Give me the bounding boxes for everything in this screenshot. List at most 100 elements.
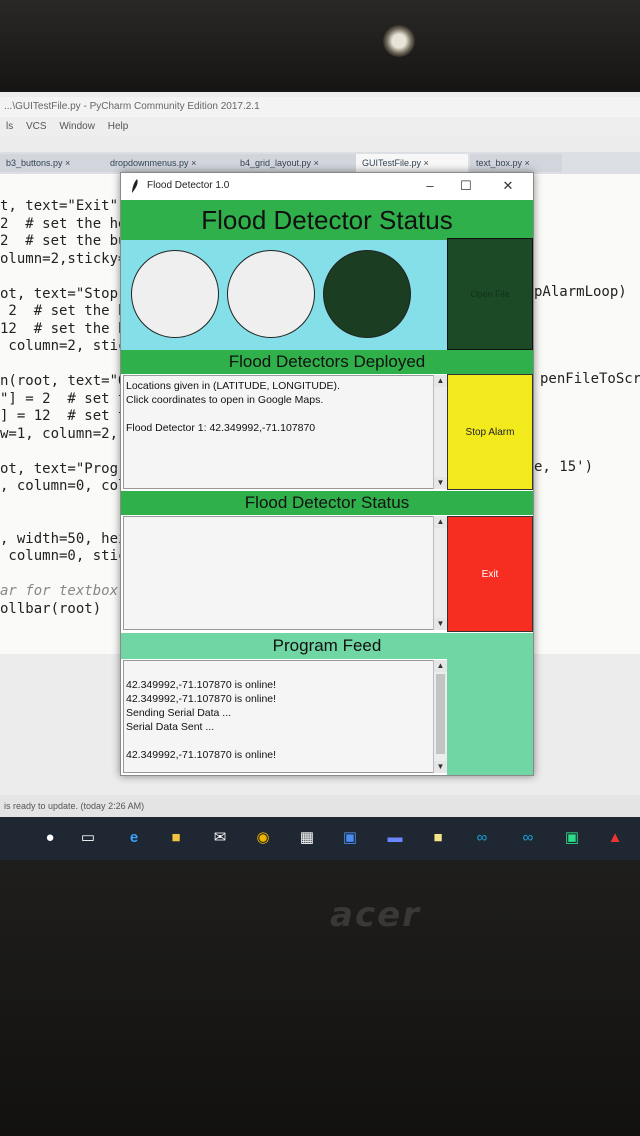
text-line: 42.349992,-71.107870 is online!	[126, 679, 277, 691]
code-line: 2 # set the he	[0, 215, 127, 232]
text-line: Locations given in (LATITUDE, LONGITUDE)…	[126, 380, 340, 392]
detector-indicator-panel	[121, 240, 447, 350]
section-header-status: Flood Detector Status	[121, 491, 533, 515]
detector-indicator-3	[323, 250, 411, 338]
file-explorer-icon[interactable]: ■	[166, 828, 186, 848]
pycharm-icon[interactable]: ▣	[562, 828, 582, 848]
code-line-right: e, 15')	[534, 459, 594, 475]
word-icon[interactable]: ▣	[340, 828, 360, 848]
tab-text-box[interactable]: text_box.py ×	[470, 154, 562, 172]
window-title-bar[interactable]: Flood Detector 1.0 – ☐ ✕	[121, 173, 533, 200]
code-left-column: t, text="Exit", 2 # set the he 2 # set the…	[0, 198, 126, 618]
tab-dropdownmenus[interactable]: dropdownmenus.py ×	[104, 154, 234, 172]
close-button[interactable]: ✕	[497, 177, 519, 195]
deployed-lines: Locations given in (LATITUDE, LONGITUDE)…	[126, 379, 431, 435]
arduino-icon[interactable]: ∞	[472, 828, 492, 848]
menu-item[interactable]: ls	[6, 121, 13, 132]
deployed-scrollbar[interactable]: ▲ ▼	[433, 375, 447, 489]
code-line: , width=50, hei	[0, 530, 127, 547]
scroll-down-arrow-icon[interactable]: ▼	[434, 477, 447, 489]
editor-tab-bar: b3_buttons.py × dropdownmenus.py × b4_gr…	[0, 152, 640, 174]
code-line-right: pAlarmLoop)	[534, 284, 627, 300]
menu-item-window[interactable]: Window	[59, 121, 95, 132]
code-line: 2 # set the h	[0, 303, 127, 319]
code-line: ot, text="Progr	[0, 460, 127, 477]
section-header-feed: Program Feed	[121, 633, 533, 659]
menu-item-vcs[interactable]: VCS	[26, 121, 47, 132]
edge-browser-icon[interactable]: e	[124, 828, 144, 848]
minimize-button[interactable]: –	[419, 177, 441, 195]
status-scrollbar[interactable]: ▲ ▼	[433, 516, 447, 630]
tab-b4-grid-layout[interactable]: b4_grid_layout.py ×	[234, 154, 358, 172]
main-header: Flood Detector Status	[121, 200, 533, 240]
calendar-icon[interactable]: ▦	[297, 828, 317, 848]
deployed-textbox[interactable]: Locations given in (LATITUDE, LONGITUDE)…	[123, 375, 434, 489]
text-line: 42.349992,-71.107870 is online!	[126, 749, 277, 761]
detector-indicator-1	[131, 250, 219, 338]
text-line	[126, 407, 431, 421]
ide-status-bar: is ready to update. (today 2:26 AM)	[0, 795, 640, 817]
remote-desktop-icon[interactable]: ▬	[385, 828, 405, 848]
code-line: w=1, column=2,	[0, 425, 119, 442]
laptop-top-bezel	[0, 0, 640, 92]
feather-icon	[132, 179, 138, 193]
feed-side-panel	[447, 659, 533, 775]
code-line: column=0, stic	[0, 548, 127, 564]
task-view-icon[interactable]: ▭	[78, 828, 98, 848]
text-line: 42.349992,-71.107870 is online!	[126, 693, 277, 705]
mail-icon[interactable]: ✉	[210, 828, 230, 848]
scroll-down-arrow-icon[interactable]: ▼	[434, 618, 447, 630]
code-line: , column=0, col	[0, 478, 127, 494]
webcam-icon	[383, 25, 415, 57]
feed-scrollbar[interactable]: ▲ ▼	[433, 660, 447, 773]
text-line	[126, 734, 431, 748]
program-feed-textbox[interactable]: 42.349992,-71.107870 is online! 42.349992…	[123, 660, 434, 773]
feed-scroll-thumb[interactable]	[436, 674, 445, 754]
sticky-notes-icon[interactable]: ■	[428, 828, 448, 848]
arduino-icon-2[interactable]: ∞	[518, 828, 538, 848]
menu-item-help[interactable]: Help	[108, 121, 129, 132]
scroll-down-arrow-icon[interactable]: ▼	[434, 761, 447, 773]
code-line: 2 # set the bu	[0, 233, 127, 249]
code-line: ot, text="Stop	[0, 285, 119, 302]
text-line: Sending Serial Data ...	[126, 707, 232, 719]
code-line: 12 # set the b	[0, 320, 127, 337]
tab-guitestfile[interactable]: GUITestFile.py ×	[356, 154, 468, 172]
detector-indicator-2	[227, 250, 315, 338]
microphone-icon[interactable]: ●	[40, 828, 60, 848]
code-line: column=2, stic	[0, 338, 127, 354]
code-line: ollbar(root)	[0, 600, 102, 617]
scroll-up-arrow-icon[interactable]: ▲	[434, 375, 447, 387]
acrobat-icon[interactable]: ▲	[605, 828, 625, 848]
flood-detector-window: Flood Detector 1.0 – ☐ ✕ Flood Detector …	[120, 172, 534, 776]
scroll-up-arrow-icon[interactable]: ▲	[434, 660, 447, 672]
stop-alarm-button[interactable]: Stop Alarm	[447, 374, 533, 490]
ide-menu-bar: ls VCS Window Help	[0, 117, 640, 137]
tab-b3-buttons[interactable]: b3_buttons.py ×	[0, 154, 104, 172]
text-line: Serial Data Sent ...	[126, 721, 215, 733]
laptop-brand-logo: acer	[330, 895, 421, 935]
maximize-button[interactable]: ☐	[455, 177, 477, 195]
window-title: Flood Detector 1.0	[147, 180, 230, 191]
open-file-button[interactable]: Open File	[447, 238, 533, 350]
chrome-icon[interactable]: ◉	[253, 828, 273, 848]
feed-lines: 42.349992,-71.107870 is online! 42.349992…	[126, 664, 431, 762]
exit-button[interactable]: Exit	[447, 516, 533, 632]
code-line: ar for textbox	[0, 583, 119, 599]
laptop-bottom-bezel	[0, 860, 640, 1136]
code-line: olumn=2,sticky=	[0, 250, 127, 267]
code-line-right: penFileToScr	[540, 371, 640, 387]
text-line: Flood Detector 1: 42.349992,-71.107870	[126, 422, 316, 434]
code-line: n(root, text="O	[0, 373, 127, 389]
code-line: "] = 2 # set t	[0, 390, 127, 407]
scroll-up-arrow-icon[interactable]: ▲	[434, 516, 447, 528]
status-textbox[interactable]	[123, 516, 434, 630]
text-line	[126, 664, 431, 678]
text-line: Click coordinates to open in Google Maps…	[126, 394, 324, 406]
